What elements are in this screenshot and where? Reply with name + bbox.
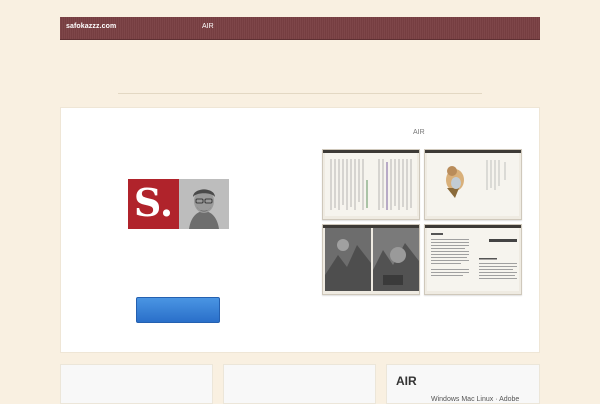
gallery-item-bird-spread[interactable]: [424, 149, 522, 220]
bird-illustration-icon: [446, 160, 506, 198]
photo-collage-graphic: [325, 228, 419, 291]
bottom-card-2: [223, 364, 376, 404]
text-lines-graphic: [330, 159, 412, 210]
primary-button[interactable]: [136, 297, 220, 323]
logo-letter: S.: [133, 180, 174, 225]
site-logo[interactable]: S.: [128, 179, 229, 229]
sidebar-title: AIR: [396, 374, 417, 388]
gallery-item-heading-spread[interactable]: [424, 224, 522, 295]
logo-mark: S.: [128, 179, 179, 229]
bottom-card-1: [60, 364, 213, 404]
header-divider: [118, 93, 482, 94]
site-name-link[interactable]: safokazzz.com: [66, 23, 116, 30]
portrait-image: [179, 179, 229, 229]
gallery-item-photo-spread[interactable]: [322, 224, 420, 295]
sidebar-widget: AIR Windows Mac Linux · Adobe: [386, 364, 540, 404]
author-photo: [179, 179, 229, 229]
hero-card: S. AIR: [60, 107, 540, 353]
nav-item-air[interactable]: AIR: [202, 23, 214, 30]
site-header: safokazzz.com AIR: [60, 17, 540, 40]
document-lines-graphic: [431, 233, 517, 279]
gallery-title: AIR: [413, 129, 425, 136]
gallery-item-text-spread[interactable]: [322, 149, 420, 220]
